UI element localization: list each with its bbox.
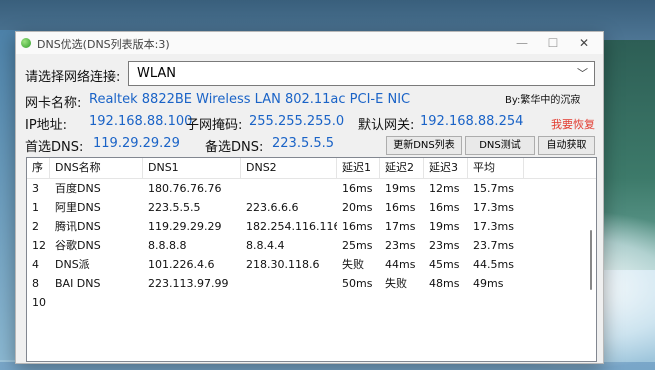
cell-index: 1 xyxy=(32,201,39,214)
cell-average: 17.3ms xyxy=(473,220,514,233)
cell-index: 3 xyxy=(32,182,39,195)
cell-delay1: 失败 xyxy=(342,258,364,271)
dns-table[interactable]: 序 DNS名称 DNS1 DNS2 延迟1 延迟2 延迟3 平均 3 百度DNS… xyxy=(26,157,597,362)
cell-dns2 xyxy=(241,179,337,198)
maximize-button[interactable]: ☐ xyxy=(539,34,567,52)
header-dns1[interactable]: DNS1 xyxy=(143,158,241,178)
author-credit: By:繁华中的沉寂 xyxy=(505,95,581,106)
header-index[interactable]: 序 xyxy=(27,158,50,178)
cell-dns-name: 腾讯DNS xyxy=(55,220,101,233)
table-row[interactable]: 2 腾讯DNS 119.29.29.29 182.254.116.116 16m… xyxy=(27,217,596,236)
cell-delay3: 19ms xyxy=(429,220,460,233)
cell-dns-name: 阿里DNS xyxy=(55,201,101,214)
cell-delay2: 19ms xyxy=(385,182,416,195)
cell-delay1: 16ms xyxy=(342,220,373,233)
table-row[interactable]: 10 xyxy=(27,293,596,312)
header-delay2[interactable]: 延迟2 xyxy=(380,158,424,178)
gateway-value: 192.168.88.254 xyxy=(420,114,524,129)
cell-delay1: 20ms xyxy=(342,201,373,214)
header-delay1[interactable]: 延迟1 xyxy=(337,158,380,178)
table-row[interactable]: 1 阿里DNS 223.5.5.5 223.6.6.6 20ms 16ms 16… xyxy=(27,198,596,217)
cell-dns-name: BAI DNS xyxy=(55,277,101,290)
cell-dns-name: DNS派 xyxy=(55,258,90,271)
table-row[interactable]: 12 谷歌DNS 8.8.8.8 8.8.4.4 25ms 23ms 23ms … xyxy=(27,236,596,255)
cell-delay3: 48ms xyxy=(429,277,460,290)
cell-dns-name: 谷歌DNS xyxy=(55,239,101,252)
ip-label: IP地址: xyxy=(25,118,68,133)
cell-average: 17.3ms xyxy=(473,201,514,214)
cell-delay1: 16ms xyxy=(342,182,373,195)
close-button[interactable]: ✕ xyxy=(570,34,598,52)
header-dns2[interactable]: DNS2 xyxy=(241,158,337,178)
header-average[interactable]: 平均 xyxy=(468,158,524,178)
table-header: 序 DNS名称 DNS1 DNS2 延迟1 延迟2 延迟3 平均 xyxy=(27,158,596,179)
alternate-dns-value: 223.5.5.5 xyxy=(272,136,335,151)
cell-dns1: 180.76.76.76 xyxy=(148,182,222,195)
network-select[interactable]: WLAN ﹀ xyxy=(128,61,595,86)
update-dns-list-button[interactable]: 更新DNS列表 xyxy=(386,136,462,155)
cell-delay3: 45ms xyxy=(429,258,460,271)
cell-dns2: 8.8.4.4 xyxy=(246,239,285,252)
header-dns-name[interactable]: DNS名称 xyxy=(50,158,143,178)
cell-average: 49ms xyxy=(473,277,504,290)
cell-dns1: 8.8.8.8 xyxy=(148,239,187,252)
cell-delay2: 17ms xyxy=(385,220,416,233)
scrollbar-thumb[interactable] xyxy=(590,230,592,290)
cell-dns1: 101.226.4.6 xyxy=(148,258,215,271)
cell-delay1: 25ms xyxy=(342,239,373,252)
cell-index: 8 xyxy=(32,277,39,290)
cell-dns2 xyxy=(241,274,337,293)
cell-dns-name: 百度DNS xyxy=(55,182,101,195)
network-label: 请选择网络连接: xyxy=(25,70,121,85)
gateway-label: 默认网关: xyxy=(358,118,415,133)
dns-test-button[interactable]: DNS测试 xyxy=(465,136,535,155)
restore-link[interactable]: 我要恢复 xyxy=(551,116,595,132)
mask-value: 255.255.255.0 xyxy=(249,114,345,129)
cell-dns1: 119.29.29.29 xyxy=(148,220,222,233)
cell-delay3: 23ms xyxy=(429,239,460,252)
cell-average: 44.5ms xyxy=(473,258,514,271)
cell-dns2: 218.30.118.6 xyxy=(246,258,320,271)
auto-obtain-button[interactable]: 自动获取 xyxy=(538,136,595,155)
cell-delay3: 12ms xyxy=(429,182,460,195)
title-bar[interactable]: DNS优选(DNS列表版本:3) — ☐ ✕ xyxy=(16,32,603,54)
table-row[interactable]: 3 百度DNS 180.76.76.76 16ms 19ms 12ms 15.7… xyxy=(27,179,596,198)
dns-window: DNS优选(DNS列表版本:3) — ☐ ✕ 请选择网络连接: WLAN ﹀ 网… xyxy=(15,31,604,364)
header-delay3[interactable]: 延迟3 xyxy=(424,158,468,178)
preferred-dns-value: 119.29.29.29 xyxy=(93,136,180,151)
table-scrollbar[interactable] xyxy=(587,180,595,360)
cell-delay3: 16ms xyxy=(429,201,460,214)
cell-delay2: 44ms xyxy=(385,258,416,271)
nic-label: 网卡名称: xyxy=(25,96,82,111)
app-icon xyxy=(21,38,31,48)
cell-dns1: 223.5.5.5 xyxy=(148,201,201,214)
cell-index: 10 xyxy=(32,296,46,309)
cell-delay2: 失败 xyxy=(385,277,407,290)
ip-value: 192.168.88.100 xyxy=(89,114,193,129)
table-row[interactable]: 4 DNS派 101.226.4.6 218.30.118.6 失败 44ms … xyxy=(27,255,596,274)
cell-delay2: 16ms xyxy=(385,201,416,214)
cell-dns2: 182.254.116.116 xyxy=(246,220,337,233)
cell-dns2: 223.6.6.6 xyxy=(246,201,299,214)
cell-average: 23.7ms xyxy=(473,239,514,252)
alternate-dns-label: 备选DNS: xyxy=(205,140,264,155)
mask-label: 子网掩码: xyxy=(186,118,243,133)
minimize-button[interactable]: — xyxy=(508,34,536,52)
cell-average: 15.7ms xyxy=(473,182,514,195)
cell-index: 4 xyxy=(32,258,39,271)
nic-value: Realtek 8822BE Wireless LAN 802.11ac PCI… xyxy=(89,92,411,107)
preferred-dns-label: 首选DNS: xyxy=(25,140,84,155)
window-title: DNS优选(DNS列表版本:3) xyxy=(37,38,170,51)
cell-delay1: 50ms xyxy=(342,277,373,290)
chevron-down-icon[interactable]: ﹀ xyxy=(577,65,588,81)
cell-delay2: 23ms xyxy=(385,239,416,252)
network-selected-value: WLAN xyxy=(137,66,177,81)
header-blank xyxy=(524,158,586,178)
table-row[interactable]: 8 BAI DNS 223.113.97.99 50ms 失败 48ms 49m… xyxy=(27,274,596,293)
cell-index: 2 xyxy=(32,220,39,233)
cell-dns1: 223.113.97.99 xyxy=(148,277,229,290)
cell-index: 12 xyxy=(32,239,46,252)
